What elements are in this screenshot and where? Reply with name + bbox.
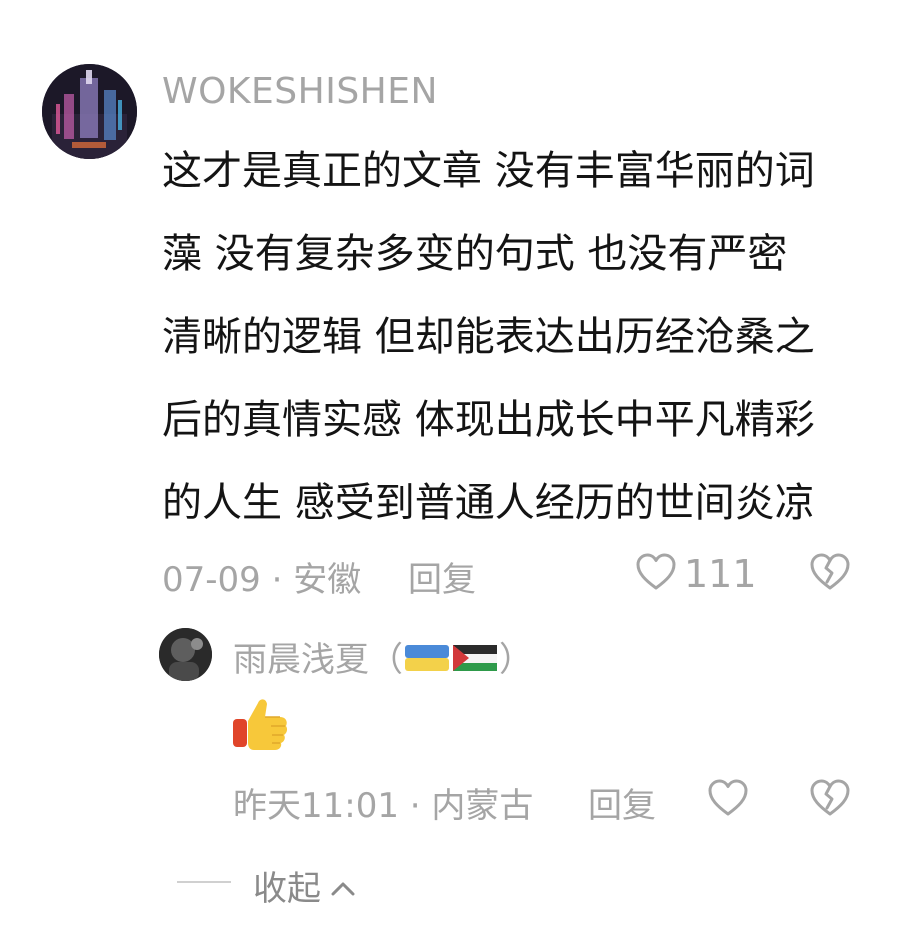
thumbs-up-icon xyxy=(230,695,290,753)
ukraine-flag-icon xyxy=(405,640,449,684)
reply-button[interactable]: 回复 xyxy=(408,552,476,601)
comment-text: 这才是真正的文章 没有丰富华丽的词 藻 没有复杂多变的句式 也没有严密 清晰的逻… xyxy=(162,130,874,545)
heart-icon[interactable] xyxy=(707,778,749,818)
comment-text-line: 藻 没有复杂多变的句式 也没有严密 xyxy=(162,231,788,277)
reply-date-location: 昨天11:01 · 内蒙古 xyxy=(233,786,534,826)
comment-text-line: 这才是真正的文章 没有丰富华丽的词 xyxy=(162,148,815,194)
comment-text-line: 清晰的逻辑 但却能表达出历经沧桑之 xyxy=(162,314,815,360)
heart-icon[interactable] xyxy=(635,552,677,592)
chevron-up-icon xyxy=(329,869,357,896)
paren-open: （ xyxy=(369,640,403,680)
comment-meta-row: 07-09 · 安徽 回复 111 xyxy=(162,548,874,601)
like-count: 111 xyxy=(684,552,757,596)
broken-heart-icon[interactable] xyxy=(809,778,851,818)
collapse-label: 收起 xyxy=(253,869,321,909)
comment-text-line: 后的真情实感 体现出成长中平凡精彩 xyxy=(162,397,815,443)
reply-username-text: 雨晨浅夏 xyxy=(233,640,369,680)
divider xyxy=(177,881,231,883)
reply-username[interactable]: 雨晨浅夏（ ） xyxy=(233,638,533,684)
avatar[interactable] xyxy=(42,64,137,159)
comment-text-line: 的人生 感受到普通人经历的世间炎凉 xyxy=(162,480,815,526)
reply-meta-row: 昨天11:01 · 内蒙古 回复 xyxy=(233,774,873,827)
reply-button[interactable]: 回复 xyxy=(588,778,656,827)
palestine-flag-icon xyxy=(453,640,497,684)
reply-avatar[interactable] xyxy=(159,628,212,681)
broken-heart-icon[interactable] xyxy=(809,552,851,592)
paren-close: ） xyxy=(499,640,533,680)
comment-username[interactable]: WOKESHISHEN xyxy=(162,70,438,114)
comment-date-location: 07-09 · 安徽 xyxy=(162,560,362,600)
